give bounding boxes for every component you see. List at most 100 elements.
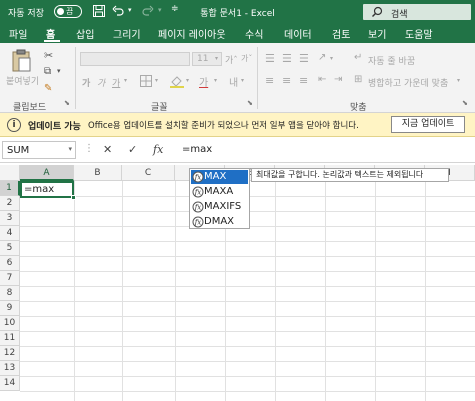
row-header[interactable]: 10: [0, 316, 20, 331]
bold-button[interactable]: 가: [82, 76, 90, 89]
row-header[interactable]: 3: [0, 211, 20, 226]
function-icon: fx: [192, 216, 204, 228]
paste-icon[interactable]: [10, 49, 32, 73]
align-right-icon[interactable]: ≡: [299, 74, 308, 87]
tab-view[interactable]: 보기: [368, 26, 386, 41]
align-center-icon[interactable]: ≡: [282, 74, 291, 87]
row-header[interactable]: 11: [0, 331, 20, 346]
font-size-value: 11: [197, 54, 209, 64]
tab-home[interactable]: 홈: [46, 26, 55, 41]
phonetic-dropdown-icon[interactable]: ▾: [241, 77, 244, 84]
svg-text:fx: fx: [194, 189, 202, 197]
grid-line: [325, 181, 326, 401]
grid-line: [20, 316, 475, 317]
column-header[interactable]: B: [74, 165, 122, 181]
alignment-launcher-icon[interactable]: ⬊: [462, 99, 468, 107]
fill-color-dropdown-icon[interactable]: ▾: [186, 77, 189, 84]
tab-formulas[interactable]: 수식: [245, 26, 263, 41]
clipboard-group-label: 클립보드: [13, 103, 47, 113]
tab-data[interactable]: 데이터: [284, 26, 312, 41]
select-all-corner[interactable]: [0, 165, 20, 181]
tab-file[interactable]: 파일: [9, 26, 27, 41]
row-header[interactable]: 4: [0, 226, 20, 241]
row-header[interactable]: 6: [0, 256, 20, 271]
formula-input[interactable]: =max: [178, 141, 473, 159]
tab-page-layout[interactable]: 페이지 레이아웃: [158, 26, 226, 41]
row-header[interactable]: 5: [0, 241, 20, 256]
row-header[interactable]: 8: [0, 286, 20, 301]
orientation-dropdown-icon[interactable]: ▾: [330, 55, 333, 62]
borders-icon[interactable]: [139, 74, 153, 88]
cancel-button[interactable]: ✕: [103, 143, 112, 156]
copy-icon[interactable]: ⧉: [44, 66, 51, 77]
underline-dropdown-icon[interactable]: ▾: [124, 77, 127, 84]
font-launcher-icon[interactable]: ⬊: [247, 99, 253, 107]
column-header[interactable]: C: [122, 165, 175, 181]
grid-line: [20, 271, 475, 272]
grid-line: [375, 181, 376, 401]
tab-insert[interactable]: 삽입: [76, 26, 94, 41]
autocomplete-item[interactable]: fx MAXIFS: [191, 200, 248, 214]
merge-center-label[interactable]: 병합하고 가운데 맞춤: [368, 76, 448, 89]
formula-bar: SUM ▾ ⋮ ✕ ✓ fx =max: [0, 137, 475, 163]
row-header[interactable]: 12: [0, 346, 20, 361]
active-cell[interactable]: =max: [20, 181, 76, 200]
insert-function-button[interactable]: fx: [153, 143, 163, 156]
merge-center-icon[interactable]: ⊞: [354, 74, 362, 85]
cut-icon[interactable]: ✂: [44, 49, 53, 62]
row-header[interactable]: 2: [0, 196, 20, 211]
decrease-indent-icon[interactable]: ⇤: [318, 74, 326, 85]
row-header[interactable]: 1: [0, 181, 20, 196]
autocomplete-item[interactable]: fx MAX: [191, 170, 248, 184]
autocomplete-item-label: MAXA: [204, 186, 234, 197]
tab-draw[interactable]: 그리기: [113, 26, 141, 41]
row-header[interactable]: 13: [0, 361, 20, 376]
align-left-icon[interactable]: ≡: [265, 74, 274, 87]
phonetic-icon[interactable]: 내: [229, 74, 238, 89]
fill-color-icon[interactable]: [169, 74, 185, 88]
tab-help[interactable]: 도움말: [405, 26, 433, 41]
shrink-font-button[interactable]: 가ˇ: [241, 53, 252, 64]
grid-line: [20, 376, 475, 377]
format-painter-icon[interactable]: ✎: [44, 83, 52, 94]
wrap-text-label[interactable]: 자동 줄 바꿈: [368, 54, 415, 67]
font-color-dropdown-icon[interactable]: ▾: [214, 77, 217, 84]
fill-handle[interactable]: [71, 195, 76, 200]
underline-button[interactable]: 가: [112, 76, 120, 89]
grow-font-button[interactable]: 가ˆ: [225, 53, 238, 66]
svg-text:fx: fx: [194, 174, 202, 182]
font-size-combo[interactable]: 11 ▾: [192, 52, 222, 66]
paste-label[interactable]: 붙여넣기: [6, 74, 39, 87]
wrap-text-icon[interactable]: ↵: [354, 52, 362, 63]
row-header[interactable]: 7: [0, 271, 20, 286]
update-now-button[interactable]: 지금 업데이트: [391, 116, 465, 133]
autocomplete-item[interactable]: fx DMAX: [191, 215, 248, 229]
row-header[interactable]: 14: [0, 376, 20, 391]
grid-line: [20, 331, 475, 332]
ribbon-tabs: 파일 홈 삽입 그리기 페이지 레이아웃 수식 데이터 검토 보기 도움말: [0, 23, 475, 43]
merge-dropdown-icon[interactable]: ▾: [457, 77, 460, 84]
search-label: 검색: [391, 10, 408, 20]
row-header[interactable]: 9: [0, 301, 20, 316]
column-header[interactable]: A: [20, 165, 74, 181]
top-align-icon[interactable]: ☰: [265, 52, 275, 65]
orientation-icon[interactable]: ↗: [318, 52, 326, 63]
chevron-down-icon[interactable]: ▾: [68, 145, 72, 153]
autocomplete-item[interactable]: fx MAXA: [191, 185, 248, 199]
italic-button[interactable]: 가: [97, 76, 105, 89]
middle-align-icon[interactable]: ☰: [282, 52, 292, 65]
font-color-button[interactable]: 가: [199, 74, 208, 89]
font-name-combo[interactable]: [80, 52, 190, 66]
enter-button[interactable]: ✓: [128, 143, 137, 156]
borders-dropdown-icon[interactable]: ▾: [155, 77, 158, 84]
name-box[interactable]: SUM ▾: [2, 141, 76, 159]
increase-indent-icon[interactable]: ⇥: [334, 74, 342, 85]
svg-text:fx: fx: [194, 219, 202, 227]
autocomplete-item-label: MAXIFS: [204, 201, 242, 212]
copy-dropdown-icon[interactable]: ▾: [57, 67, 61, 75]
bottom-align-icon[interactable]: ☰: [299, 52, 309, 65]
search-box[interactable]: 검색: [363, 4, 471, 20]
clipboard-launcher-icon[interactable]: ⬊: [64, 99, 70, 107]
tab-review[interactable]: 검토: [332, 26, 350, 41]
update-message: Office용 업데이트를 설치할 준비가 되었으나 먼저 일부 앱을 닫아야 …: [88, 121, 359, 131]
